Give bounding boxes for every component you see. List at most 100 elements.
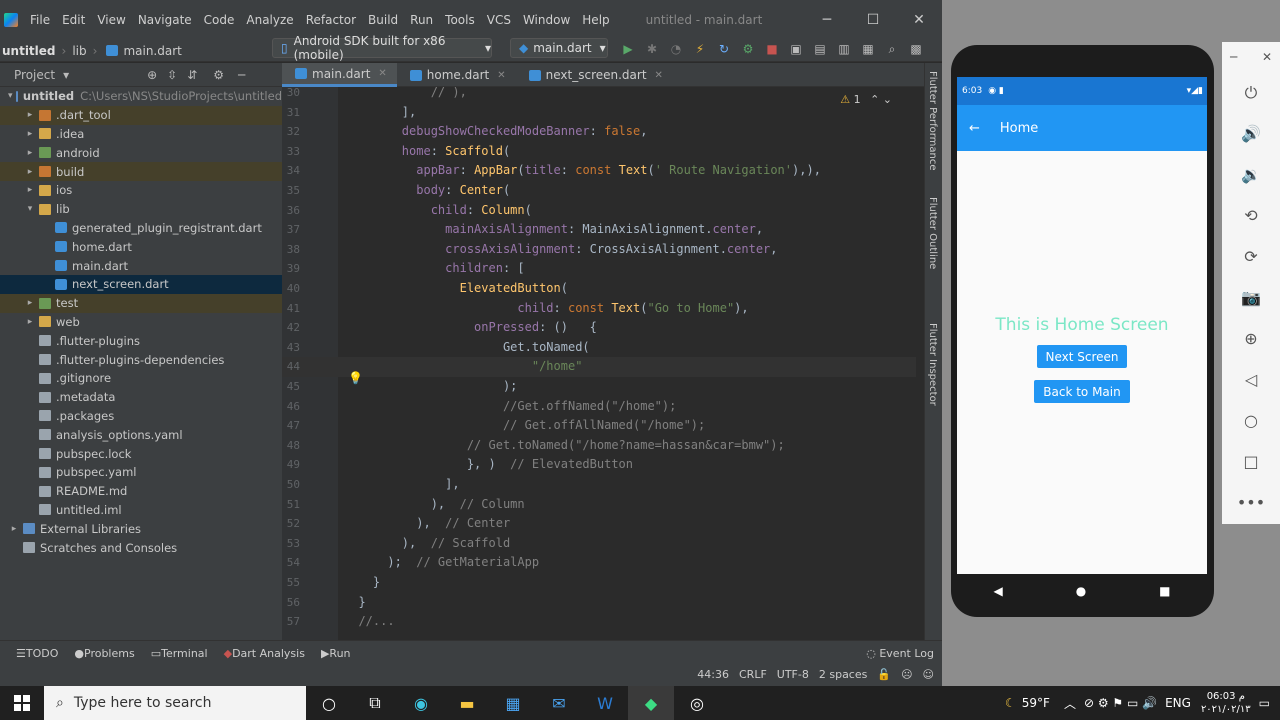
run-tool[interactable]: ▶ Run	[321, 647, 351, 660]
code-line[interactable]: 38 crossAxisAlignment: CrossAxisAlignmen…	[282, 240, 916, 260]
file-encoding[interactable]: UTF-8	[777, 668, 809, 681]
mail-icon[interactable]: ✉	[536, 686, 582, 720]
breadcrumb-lib[interactable]: lib	[72, 44, 86, 58]
run-config-selector[interactable]: ◆ main.dart ▾	[510, 38, 608, 58]
code-line[interactable]: 44 "/home"	[282, 357, 916, 377]
hot-restart-icon[interactable]: ↻	[714, 40, 734, 58]
profile-icon[interactable]: ◔	[666, 40, 686, 58]
tree-item[interactable]: ▸ .idea	[0, 125, 282, 144]
problems-tool[interactable]: ● Problems	[74, 647, 134, 660]
more-icon[interactable]: •••	[1222, 482, 1280, 523]
code-line[interactable]: 54 ); // GetMaterialApp	[282, 553, 916, 573]
close-tab-icon[interactable]: ✕	[378, 68, 386, 79]
close-tab-icon[interactable]: ✕	[655, 70, 663, 81]
code-line[interactable]: 51 ), // Column	[282, 495, 916, 515]
nav-home-icon[interactable]: ●	[1076, 584, 1086, 598]
code-line[interactable]: 48 // Get.toNamed("/home?name=hassan&car…	[282, 436, 916, 456]
code-line[interactable]: 57 //...	[282, 612, 916, 632]
indent-setting[interactable]: 2 spaces	[819, 668, 868, 681]
stop-icon[interactable]: ■	[762, 40, 782, 58]
device-selector[interactable]: ▯ Android SDK built for x86 (mobile) ▾	[272, 34, 492, 62]
tree-item[interactable]: ▸ web	[0, 313, 282, 332]
chevron-down-icon[interactable]: ▾	[63, 68, 69, 82]
tree-item[interactable]: ▾ untitled C:\Users\NS\StudioProjects\unti…	[0, 87, 282, 106]
breadcrumb-project[interactable]: untitled	[2, 44, 56, 58]
zoom-icon[interactable]: ⊕	[1222, 318, 1280, 359]
expand-arrow-icon[interactable]: ▾	[8, 91, 13, 101]
structure-icon[interactable]: ▦	[858, 40, 878, 58]
tree-item[interactable]: README.md	[0, 482, 282, 501]
close-tab-icon[interactable]: ✕	[497, 70, 505, 81]
power-icon[interactable]: ⏻	[1222, 72, 1280, 113]
maximize-button[interactable]: ☐	[850, 0, 896, 40]
run-icon[interactable]: ▶	[618, 40, 638, 58]
tree-item[interactable]: next_screen.dart	[0, 274, 282, 294]
lock-icon[interactable]: 🔓	[877, 668, 891, 681]
obs-icon[interactable]: ◎	[674, 686, 720, 720]
settings-icon[interactable]: ▩	[906, 40, 926, 58]
avd-manager-icon[interactable]: ▥	[834, 40, 854, 58]
next-screen-button[interactable]: Next Screen	[1037, 345, 1127, 368]
inspection-icon[interactable]: ☹	[901, 668, 912, 681]
menu-item-file[interactable]: File	[24, 13, 56, 27]
weather-icon[interactable]: ☾	[1005, 696, 1016, 710]
search-icon[interactable]: ⌕	[882, 40, 902, 58]
expand-arrow-icon[interactable]: ▸	[8, 524, 20, 534]
tray-icons[interactable]: ⊘ ⚙ ⚑ ▭ 🔊	[1084, 696, 1157, 710]
minimize-button[interactable]: ─	[804, 0, 850, 40]
breadcrumb-file[interactable]: main.dart	[123, 44, 181, 58]
tree-item[interactable]: .flutter-plugins	[0, 331, 282, 350]
expand-arrow-icon[interactable]: ▸	[24, 298, 36, 308]
code-line[interactable]: 40 ElevatedButton(	[282, 279, 916, 299]
expand-arrow-icon[interactable]: ▸	[24, 185, 36, 195]
sdk-manager-icon[interactable]: ▤	[810, 40, 830, 58]
tree-item[interactable]: untitled.iml	[0, 501, 282, 520]
warning-indicator[interactable]: ⚠ 1 ⌃ ⌄	[840, 93, 892, 106]
project-panel-title[interactable]: Project	[14, 68, 55, 82]
tree-item[interactable]: main.dart	[0, 256, 282, 275]
menu-item-navigate[interactable]: Navigate	[132, 13, 198, 27]
android-studio-taskbar-icon[interactable]: ◆	[628, 686, 674, 720]
back-to-main-button[interactable]: Back to Main	[1034, 380, 1130, 403]
close-button[interactable]: ✕	[896, 0, 942, 40]
code-line[interactable]: 43 Get.toNamed(	[282, 338, 916, 358]
event-log[interactable]: ◌ Event Log	[866, 647, 934, 660]
code-line[interactable]: 41 child: const Text("Go to Home"),	[282, 299, 916, 319]
menu-item-code[interactable]: Code	[198, 13, 241, 27]
code-line[interactable]: 45 );	[282, 377, 916, 397]
tree-item[interactable]: generated_plugin_registrant.dart	[0, 219, 282, 238]
code-editor[interactable]: 30 // ), 31 ], 32 debugShowCheckedModeBann…	[282, 87, 916, 640]
code-line[interactable]: 39 children: [	[282, 259, 916, 279]
tree-item[interactable]: pubspec.lock	[0, 444, 282, 463]
rotate-left-icon[interactable]: ⟲	[1222, 195, 1280, 236]
caret-position[interactable]: 44:36	[697, 668, 729, 681]
tab-main-dart[interactable]: main.dart ✕	[282, 63, 397, 87]
code-line[interactable]: 46 //Get.offNamed("/home");	[282, 397, 916, 417]
expand-arrow-icon[interactable]: ▸	[24, 167, 36, 177]
tree-item[interactable]: ▸ External Libraries	[0, 519, 282, 538]
tree-item[interactable]: pubspec.yaml	[0, 463, 282, 482]
code-line[interactable]: 34 appBar: AppBar(title: const Text(' Ro…	[282, 161, 916, 181]
menu-item-analyze[interactable]: Analyze	[240, 13, 299, 27]
code-line[interactable]: 52 ), // Center	[282, 514, 916, 534]
weather-temp[interactable]: 59°F	[1022, 696, 1050, 710]
line-separator[interactable]: CRLF	[739, 668, 767, 681]
gear-icon[interactable]: ⚙	[213, 68, 224, 82]
volume-up-icon[interactable]: 🔊	[1222, 113, 1280, 154]
cortana-icon[interactable]: ○	[306, 686, 352, 720]
dart-analysis-tool[interactable]: ◆ Dart Analysis	[224, 647, 305, 660]
side-tool-flutter-inspector[interactable]: Flutter Inspector	[927, 323, 938, 406]
memory-icon[interactable]: ☺	[923, 668, 934, 681]
code-line[interactable]: 50 ],	[282, 475, 916, 495]
nav-back-icon[interactable]: ◀	[993, 584, 1002, 598]
expand-arrow-icon[interactable]: ▸	[24, 129, 36, 139]
collapse-all-icon[interactable]: ⇵	[187, 68, 197, 82]
tree-item[interactable]: ▸ ios	[0, 181, 282, 200]
home-icon[interactable]: ○	[1222, 400, 1280, 441]
task-view-icon[interactable]: ⧉	[352, 686, 398, 720]
expand-arrow-icon[interactable]: ▸	[24, 148, 36, 158]
volume-down-icon[interactable]: 🔉	[1222, 154, 1280, 195]
menu-item-edit[interactable]: Edit	[56, 13, 91, 27]
word-icon[interactable]: W	[582, 686, 628, 720]
clock[interactable]: 06:03 م ۲۰۲۱/۰۲/۱۳	[1201, 690, 1251, 716]
